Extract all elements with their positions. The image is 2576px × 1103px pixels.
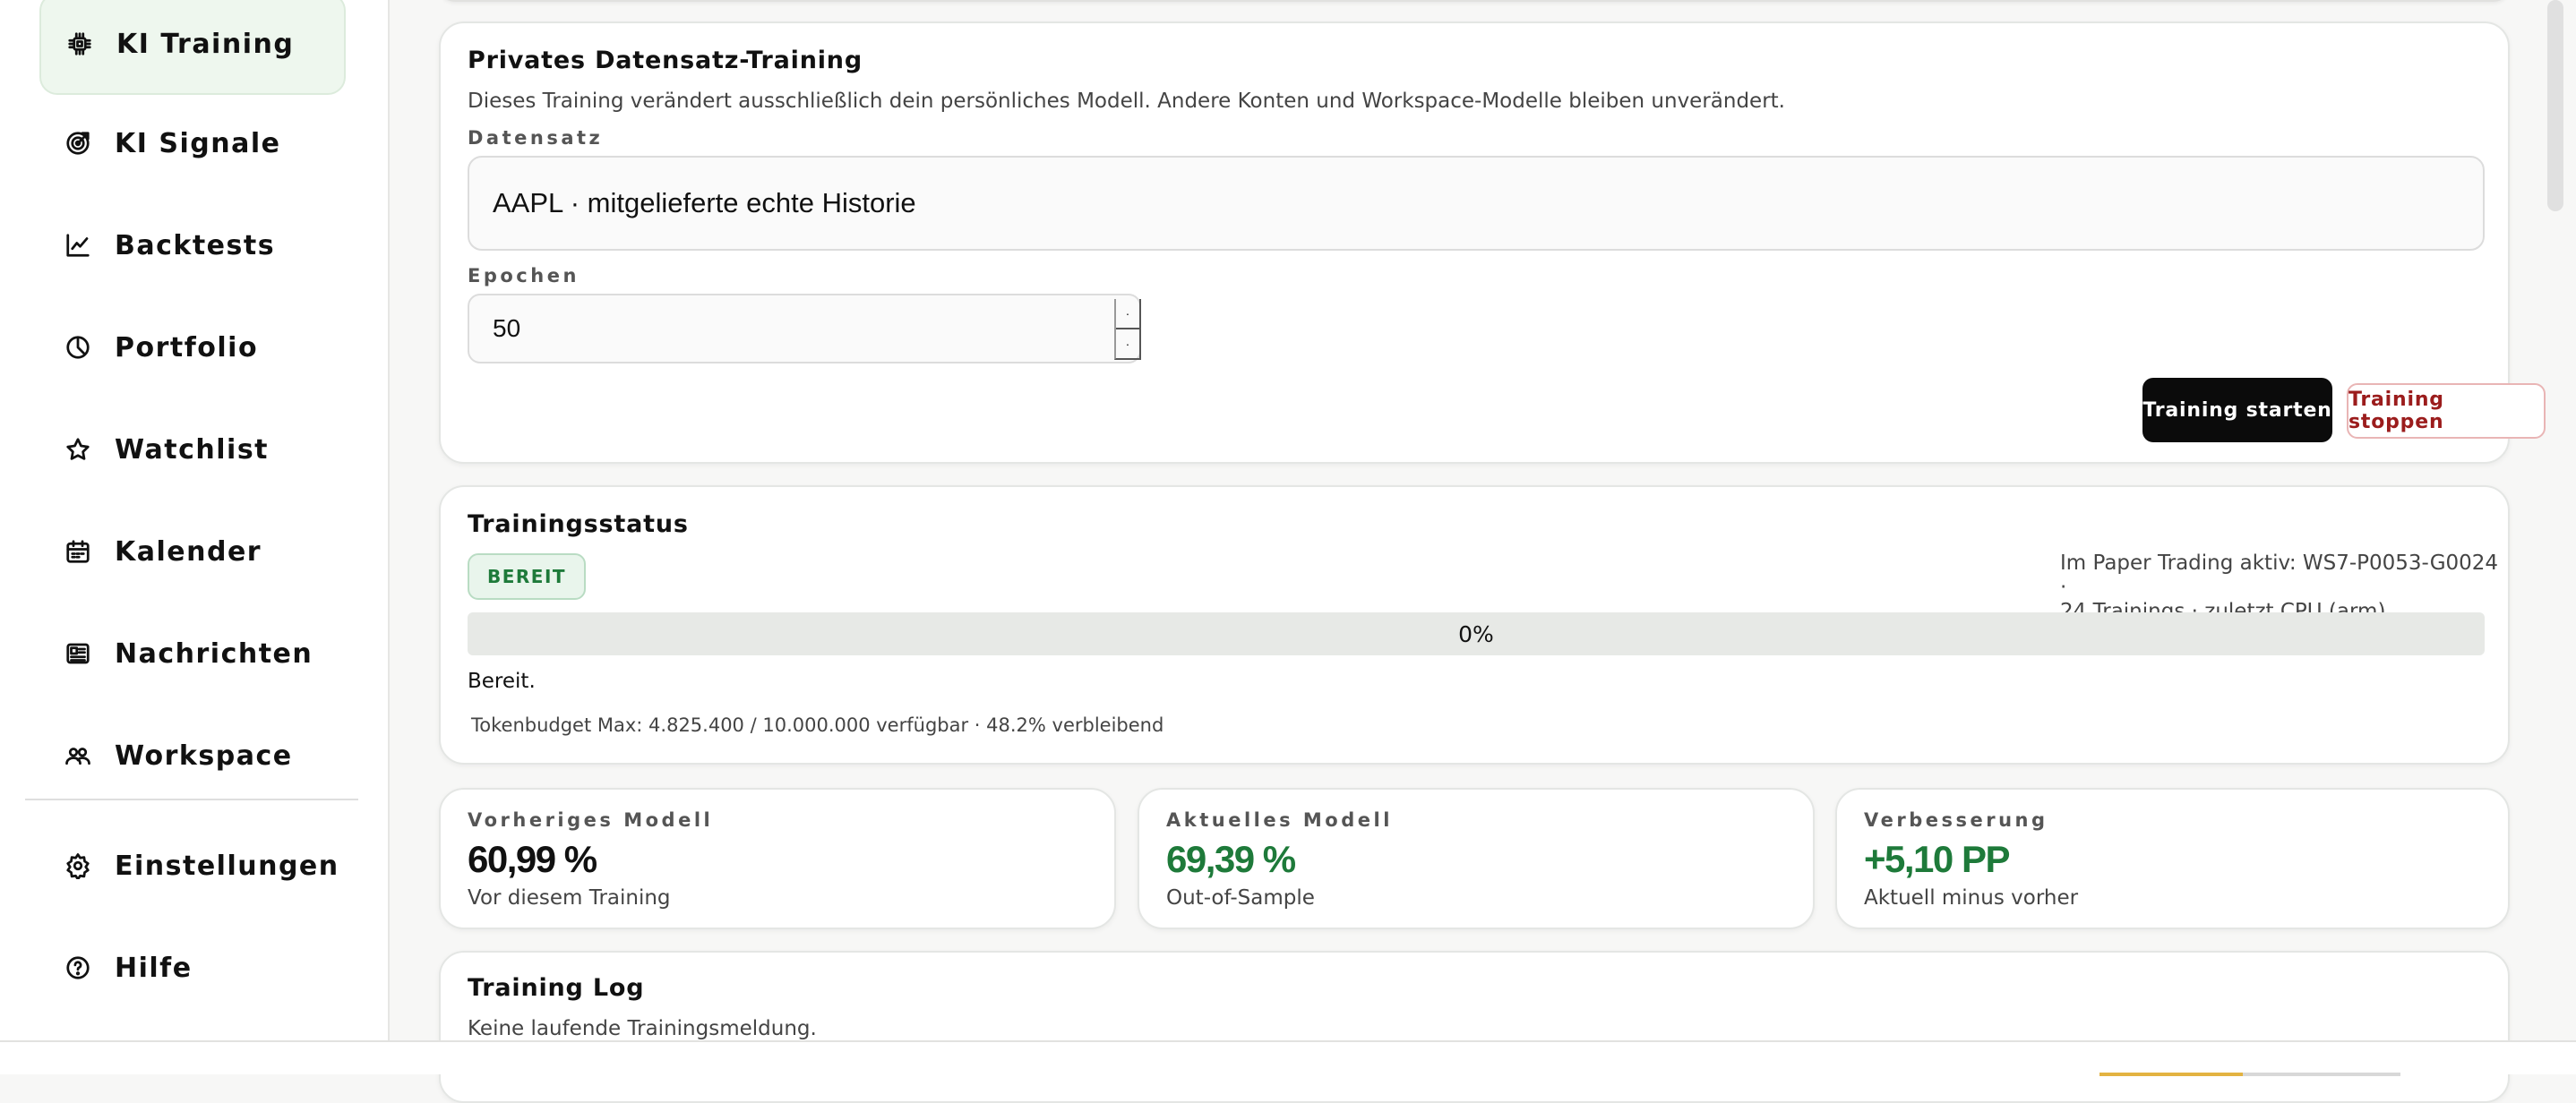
- target-icon: [61, 126, 95, 160]
- sidebar-item-backtests[interactable]: Backtests: [39, 198, 346, 293]
- users-icon: [61, 739, 95, 773]
- sidebar-item-workspace[interactable]: Workspace: [39, 708, 346, 803]
- sidebar-divider: [25, 799, 358, 800]
- metric-label: Verbesserung: [1864, 809, 2048, 831]
- sidebar-item-hilfe[interactable]: Hilfe: [39, 920, 346, 1015]
- previous-card-edge: [439, 0, 2510, 2]
- metric-previous-model-card: Vorheriges Modell 60,99 % Vor diesem Tra…: [439, 788, 1116, 929]
- sidebar-item-label: Kalender: [115, 535, 262, 568]
- status-message: Bereit.: [468, 670, 536, 693]
- newspaper-icon: [61, 637, 95, 671]
- sidebar: KI Training KI Signale Backtests Portfol…: [0, 0, 390, 1074]
- stepper-down-icon[interactable]: ·: [1116, 329, 1139, 358]
- paper-trading-line: Im Paper Trading aktiv: WS7-P0053-G0024 …: [2060, 552, 2499, 599]
- sidebar-item-nachrichten[interactable]: Nachrichten: [39, 606, 346, 701]
- token-budget: Tokenbudget Max: 4.825.400 / 10.000.000 …: [471, 714, 1164, 736]
- start-training-button[interactable]: Training starten: [2142, 378, 2332, 442]
- stepper-up-icon[interactable]: ·: [1116, 299, 1139, 329]
- metric-sub: Out-of-Sample: [1166, 886, 1315, 910]
- sidebar-item-einstellungen[interactable]: Einstellungen: [39, 818, 346, 913]
- status-title: Trainingsstatus: [468, 510, 689, 538]
- metric-value: 60,99 %: [468, 838, 597, 880]
- metric-current-model-card: Aktuelles Modell 69,39 % Out-of-Sample: [1138, 788, 1815, 929]
- dataset-select[interactable]: AAPL · mitgelieferte echte Historie: [468, 156, 2485, 251]
- sidebar-item-watchlist[interactable]: Watchlist: [39, 402, 346, 497]
- star-icon: [61, 432, 95, 466]
- sidebar-item-label: Einstellungen: [115, 850, 339, 882]
- epochs-label: Epochen: [468, 265, 580, 286]
- metric-label: Aktuelles Modell: [1166, 809, 1393, 831]
- help-icon: [61, 951, 95, 985]
- sidebar-item-label: KI Signale: [115, 127, 281, 159]
- bottom-accent-secondary: [2243, 1073, 2400, 1076]
- metric-value: 69,39 %: [1166, 838, 1296, 880]
- sidebar-item-label: Watchlist: [115, 433, 270, 466]
- sidebar-item-label: Backtests: [115, 229, 276, 261]
- training-log-card: Training Log Keine laufende Trainingsmel…: [439, 951, 2510, 1103]
- dataset-label: Datensatz: [468, 127, 604, 149]
- sidebar-item-kalender[interactable]: Kalender: [39, 504, 346, 599]
- epochs-stepper[interactable]: · ·: [1114, 299, 1141, 360]
- stop-training-button[interactable]: Training stoppen: [2347, 383, 2546, 439]
- sidebar-item-ki-signale[interactable]: KI Signale: [39, 96, 346, 191]
- metric-value: +5,10 PP: [1864, 838, 2010, 880]
- metric-sub: Aktuell minus vorher: [1864, 886, 2079, 910]
- training-status-card: Trainingsstatus BEREIT Im Paper Trading …: [439, 485, 2510, 765]
- training-form-title: Privates Datensatz-Training: [468, 47, 863, 74]
- sidebar-item-label: KI Training: [116, 28, 295, 60]
- epochs-input-value: 50: [493, 314, 521, 342]
- scrollbar[interactable]: [2547, 0, 2563, 211]
- pie-chart-icon: [61, 330, 95, 364]
- bottom-bar: [0, 1040, 2576, 1076]
- sidebar-item-ki-training[interactable]: KI Training: [39, 0, 346, 95]
- calendar-icon: [61, 534, 95, 569]
- training-form-card: Privates Datensatz-Training Dieses Train…: [439, 21, 2546, 464]
- gear-icon: [61, 849, 95, 883]
- status-badge: BEREIT: [468, 553, 586, 600]
- line-chart-icon: [61, 228, 95, 262]
- main-content: Privates Datensatz-Training Dieses Train…: [391, 0, 2546, 1103]
- sidebar-item-portfolio[interactable]: Portfolio: [39, 300, 346, 395]
- metric-improvement-card: Verbesserung +5,10 PP Aktuell minus vorh…: [1835, 788, 2510, 929]
- log-title: Training Log: [468, 974, 645, 1002]
- bottom-accent: [2099, 1073, 2243, 1076]
- sidebar-item-label: Nachrichten: [115, 637, 313, 670]
- progress-label: 0%: [1458, 620, 1494, 647]
- chip-icon: [63, 27, 97, 61]
- sidebar-item-label: Hilfe: [115, 952, 193, 984]
- sidebar-item-label: Workspace: [115, 740, 293, 772]
- training-progress-bar: 0%: [468, 612, 2485, 655]
- metric-label: Vorheriges Modell: [468, 809, 714, 831]
- sidebar-item-label: Portfolio: [115, 331, 259, 363]
- training-form-description: Dieses Training verändert ausschließlich…: [468, 90, 1785, 113]
- log-message: Keine laufende Trainingsmeldung.: [468, 1017, 817, 1040]
- metric-sub: Vor diesem Training: [468, 886, 671, 910]
- dataset-select-value: AAPL · mitgelieferte echte Historie: [493, 187, 916, 218]
- epochs-input[interactable]: 50 · ·: [468, 294, 1141, 363]
